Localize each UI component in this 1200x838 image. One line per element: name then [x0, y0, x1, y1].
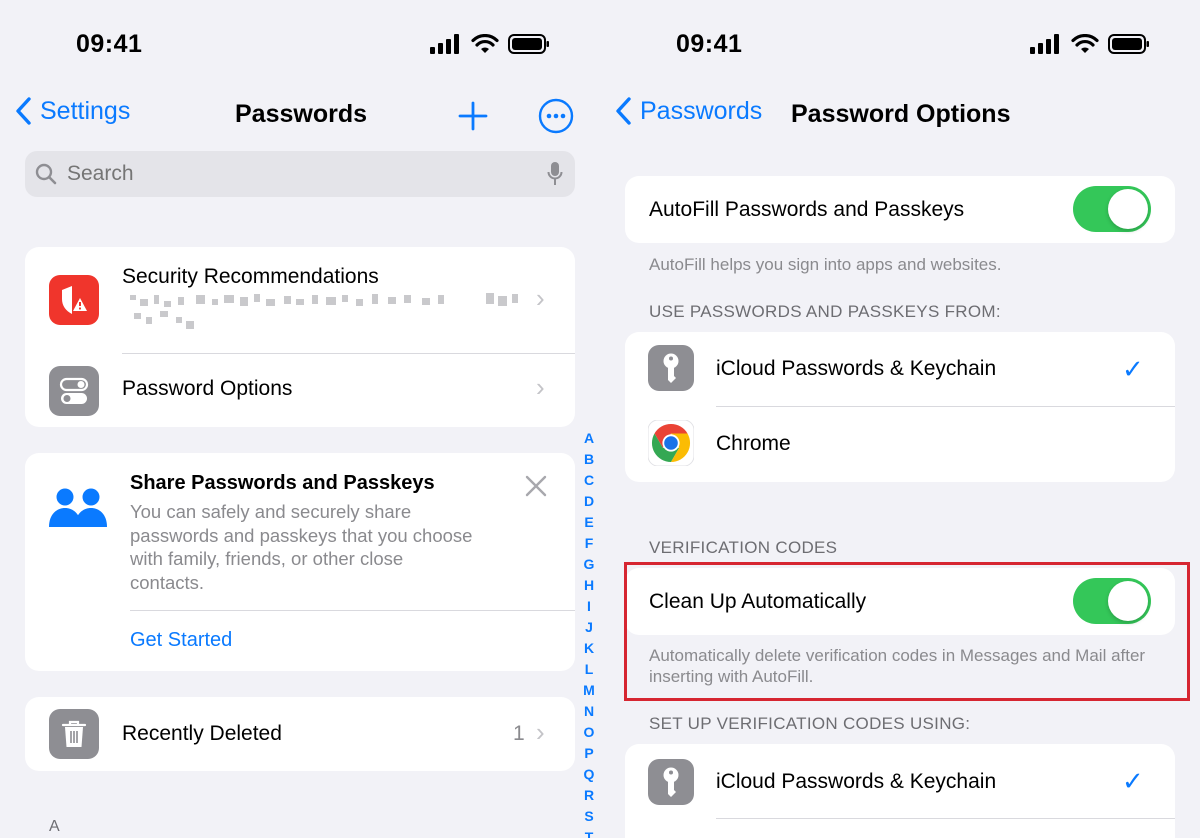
index-letter[interactable]: T: [585, 827, 594, 838]
status-bar: 09:41: [0, 30, 600, 60]
back-label: Passwords: [640, 96, 763, 125]
index-letter[interactable]: B: [584, 449, 594, 470]
key-icon: [648, 759, 694, 805]
index-letter[interactable]: G: [584, 554, 595, 575]
status-time: 09:41: [76, 30, 143, 58]
index-letter[interactable]: F: [585, 533, 594, 554]
chrome-label: Chrome: [716, 432, 791, 455]
index-letter[interactable]: H: [584, 575, 594, 596]
icloud-keychain-option[interactable]: iCloud Passwords & Keychain ✓: [625, 332, 1175, 406]
trash-icon: [49, 709, 99, 759]
index-letter[interactable]: I: [587, 596, 591, 617]
share-passwords-card: Share Passwords and Passkeys You can saf…: [25, 453, 575, 671]
chevron-right-icon: ›: [536, 283, 545, 313]
status-icons: [1030, 34, 1150, 54]
toggles-icon: [49, 366, 99, 416]
back-label: Settings: [40, 96, 131, 125]
use-from-list: iCloud Passwords & Keychain ✓ Chrome: [625, 332, 1175, 482]
index-letter[interactable]: L: [585, 659, 594, 680]
recently-deleted-label: Recently Deleted: [122, 722, 282, 745]
chrome-icon: [648, 420, 694, 466]
passwords-screen: 09:41 Settings Passwords Search Security…: [0, 0, 600, 838]
divider: [716, 818, 1175, 819]
back-button[interactable]: Passwords: [614, 96, 762, 126]
battery-icon: [1108, 34, 1149, 54]
battery-icon: [508, 34, 549, 54]
recently-deleted-row[interactable]: Recently Deleted 1 ›: [25, 697, 575, 771]
security-recommendations-label: Security Recommendations: [122, 265, 379, 288]
add-icon[interactable]: [458, 101, 488, 131]
index-letter[interactable]: O: [584, 722, 595, 743]
verification-codes-header: VERIFICATION CODES: [649, 538, 838, 557]
password-options-screen: 09:41 Passwords Password Options AutoFil…: [600, 0, 1200, 838]
section-letter-header: A: [49, 818, 60, 835]
microphone-icon[interactable]: [547, 161, 563, 187]
clean-up-row: Clean Up Automatically: [625, 568, 1175, 635]
autofill-row: AutoFill Passwords and Passkeys: [625, 176, 1175, 243]
page-title: Passwords: [235, 100, 368, 128]
status-icons: [430, 34, 550, 54]
nav-bar: Settings Passwords: [0, 96, 600, 136]
chevron-left-icon: [16, 97, 31, 125]
icloud-keychain-option[interactable]: iCloud Passwords & Keychain ✓: [625, 744, 1175, 818]
autofill-label: AutoFill Passwords and Passkeys: [649, 198, 965, 221]
search-icon: [35, 163, 57, 185]
autofill-toggle[interactable]: [1073, 186, 1151, 232]
chevron-left-icon: [616, 97, 631, 125]
cellular-signal-icon: [430, 34, 459, 54]
share-description: You can safely and securely share passwo…: [130, 501, 473, 593]
index-letter[interactable]: P: [584, 743, 593, 764]
index-letter[interactable]: C: [584, 470, 594, 491]
more-icon[interactable]: [538, 98, 574, 134]
index-letter[interactable]: A: [584, 428, 594, 449]
key-icon: [648, 345, 694, 391]
page-title: Password Options: [791, 100, 1011, 128]
setup-codes-header: SET UP VERIFICATION CODES USING:: [649, 714, 971, 733]
icloud-keychain-label: iCloud Passwords & Keychain: [716, 357, 997, 380]
chrome-option[interactable]: Chrome: [625, 407, 1175, 482]
index-letter[interactable]: N: [584, 701, 594, 722]
security-card: Security Recommendations › Password Opti…: [25, 247, 575, 427]
search-input[interactable]: [67, 162, 527, 186]
index-letter[interactable]: J: [585, 617, 593, 638]
people-icon: [49, 488, 107, 527]
setup-codes-list: iCloud Passwords & Keychain ✓: [625, 744, 1175, 838]
index-letter[interactable]: R: [584, 785, 594, 806]
security-recommendations-row[interactable]: Security Recommendations ›: [25, 247, 575, 353]
index-letter[interactable]: E: [584, 512, 593, 533]
use-from-header: USE PASSWORDS AND PASSKEYS FROM:: [649, 302, 1001, 321]
index-letter[interactable]: D: [584, 491, 594, 512]
index-letter[interactable]: M: [583, 680, 595, 701]
clean-up-toggle[interactable]: [1073, 578, 1151, 624]
cellular-signal-icon: [1030, 34, 1059, 54]
chevron-right-icon: ›: [536, 717, 545, 747]
security-shield-icon: [49, 275, 99, 325]
status-bar: 09:41: [600, 30, 1200, 60]
divider: [130, 610, 575, 611]
chevron-right-icon: ›: [536, 372, 545, 402]
autofill-footnote: AutoFill helps you sign into apps and we…: [649, 255, 1002, 274]
clean-up-label: Clean Up Automatically: [649, 590, 867, 613]
wifi-icon: [471, 34, 499, 53]
checkmark-icon: ✓: [1122, 354, 1144, 384]
password-options-row[interactable]: Password Options ›: [25, 354, 575, 427]
close-icon[interactable]: [525, 475, 547, 497]
share-title: Share Passwords and Passkeys: [130, 472, 435, 494]
get-started-link[interactable]: Get Started: [130, 629, 232, 652]
index-letter[interactable]: S: [584, 806, 593, 827]
search-bar[interactable]: [25, 151, 575, 197]
wifi-icon: [1071, 34, 1099, 53]
checkmark-icon: ✓: [1122, 766, 1144, 796]
index-letter[interactable]: Q: [584, 764, 595, 785]
recently-deleted-count: 1: [513, 722, 525, 745]
alphabet-index[interactable]: A B C D E F G H I J K L M N O P Q R S T: [581, 428, 597, 838]
nav-bar: Passwords Password Options: [600, 96, 1200, 136]
obscured-subtitle: [130, 293, 518, 329]
clean-up-footnote: Automatically delete verification codes …: [649, 646, 1146, 686]
status-time: 09:41: [676, 30, 743, 58]
back-button[interactable]: Settings: [14, 96, 130, 126]
icloud-keychain-label: iCloud Passwords & Keychain: [716, 770, 997, 793]
password-options-label: Password Options: [122, 377, 293, 400]
index-letter[interactable]: K: [584, 638, 594, 659]
